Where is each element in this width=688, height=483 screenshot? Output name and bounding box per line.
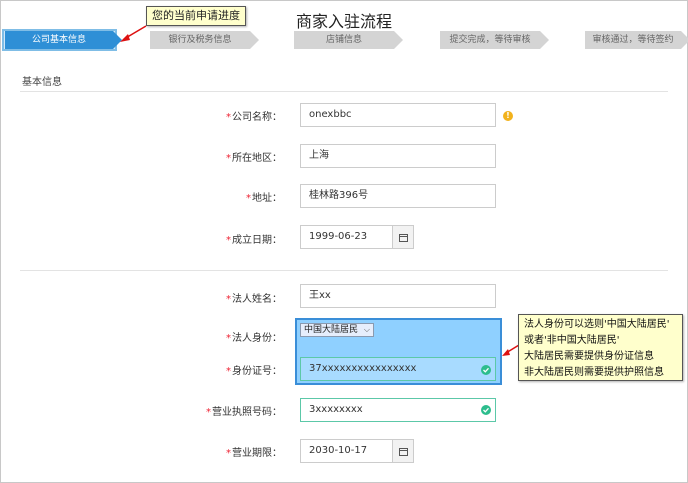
business-term-label-text: 营业期限： — [232, 448, 282, 459]
license-number-label-text: 营业执照号码： — [212, 407, 282, 418]
progress-steps: 公司基本信息 银行及税务信息 店铺信息 提交完成，等待审核 审核通过，等待签约 — [0, 31, 688, 51]
step-store-info[interactable]: 店铺信息 — [294, 31, 403, 49]
section-divider — [20, 91, 668, 92]
required-mark: * — [226, 366, 231, 377]
license-number-input[interactable]: 3xxxxxxxx — [300, 398, 496, 422]
company-name-label: *公司名称： — [182, 108, 282, 123]
company-name-input[interactable]: onexbbc — [300, 103, 496, 127]
chevron-down-icon: ⌵ — [363, 325, 370, 334]
identity-help-note: 法人身份可以选则'中国大陆居民' 或者'非中国大陆居民' 大陆居民需要提供身份证… — [518, 314, 683, 381]
region-input[interactable]: 上海 — [300, 144, 496, 168]
step-approved-sign[interactable]: 审核通过，等待签约 — [585, 31, 688, 49]
required-mark: * — [226, 235, 231, 246]
license-number-label: *营业执照号码： — [182, 403, 282, 418]
address-label: *地址： — [182, 189, 282, 204]
legal-identity-select-value: 中国大陆居民 — [304, 325, 359, 335]
region-label: *所在地区： — [182, 149, 282, 164]
progress-tooltip: 您的当前申请进度 — [146, 6, 246, 26]
calendar-icon — [399, 448, 408, 456]
callout-arrow-icon — [502, 344, 520, 356]
id-number-label: *身份证号： — [182, 362, 282, 377]
founded-date-label: *成立日期： — [182, 231, 282, 246]
section-title: 基本信息 — [22, 77, 62, 88]
calendar-icon — [399, 234, 408, 242]
tooltip-arrow-icon — [120, 25, 147, 42]
required-mark: * — [226, 333, 231, 344]
check-circle-icon — [481, 365, 491, 375]
legal-name-label: *法人姓名： — [182, 290, 282, 305]
company-name-label-text: 公司名称： — [232, 112, 282, 123]
note-line: 非大陆居民则需要提供护照信息 — [524, 367, 664, 378]
id-number-label-text: 身份证号： — [232, 366, 282, 377]
required-mark: * — [226, 448, 231, 459]
founded-date-label-text: 成立日期： — [232, 235, 282, 246]
required-mark: * — [226, 153, 231, 164]
legal-identity-select[interactable]: 中国大陆居民 ⌵ — [300, 323, 374, 337]
business-term-label: *营业期限： — [182, 444, 282, 459]
note-line: 法人身份可以选则'中国大陆居民' — [524, 319, 670, 330]
step-bank-tax-info[interactable]: 银行及税务信息 — [150, 31, 259, 49]
note-line: 或者'非中国大陆居民' — [524, 335, 620, 346]
business-term-input[interactable]: 2030-10-17 — [300, 439, 393, 463]
warning-circle-icon: ! — [503, 111, 513, 121]
legal-identity-label: *法人身份： — [182, 329, 282, 344]
legal-identity-label-text: 法人身份： — [232, 333, 282, 344]
required-mark: * — [226, 294, 231, 305]
business-term-picker-button[interactable] — [392, 439, 414, 463]
region-label-text: 所在地区： — [232, 153, 282, 164]
section-divider-legal — [20, 270, 668, 271]
address-input[interactable]: 桂林路396号 — [300, 184, 496, 208]
founded-date-picker-button[interactable] — [392, 225, 414, 249]
required-mark: * — [206, 407, 211, 418]
step-company-info[interactable]: 公司基本信息 — [5, 31, 122, 49]
legal-name-label-text: 法人姓名： — [232, 294, 282, 305]
legal-name-input[interactable]: 王xx — [300, 284, 496, 308]
note-line: 大陆居民需要提供身份证信息 — [524, 351, 654, 362]
required-mark: * — [246, 193, 251, 204]
id-number-input[interactable]: 37xxxxxxxxxxxxxxxx — [300, 357, 496, 381]
address-label-text: 地址： — [252, 193, 282, 204]
required-mark: * — [226, 112, 231, 123]
step-submit-review[interactable]: 提交完成，等待审核 — [440, 31, 549, 49]
check-circle-icon — [481, 405, 491, 415]
founded-date-input[interactable]: 1999-06-23 — [300, 225, 393, 249]
